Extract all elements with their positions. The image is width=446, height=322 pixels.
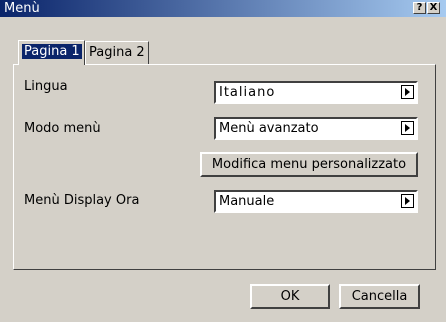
title-bar: Menù ? X bbox=[0, 0, 446, 17]
tab-label: Pagina 2 bbox=[89, 45, 145, 60]
cancel-button[interactable]: Cancella bbox=[339, 284, 420, 309]
help-button[interactable]: ? bbox=[413, 2, 426, 14]
close-button[interactable]: X bbox=[427, 2, 440, 14]
ok-button[interactable]: OK bbox=[250, 284, 330, 309]
tab-label: Pagina 1 bbox=[22, 44, 82, 59]
tab-panel bbox=[13, 64, 436, 270]
tab-pagina-2[interactable]: Pagina 2 bbox=[85, 41, 149, 64]
tab-pagina-1[interactable]: Pagina 1 bbox=[18, 40, 85, 65]
window-title: Menù bbox=[4, 1, 40, 16]
